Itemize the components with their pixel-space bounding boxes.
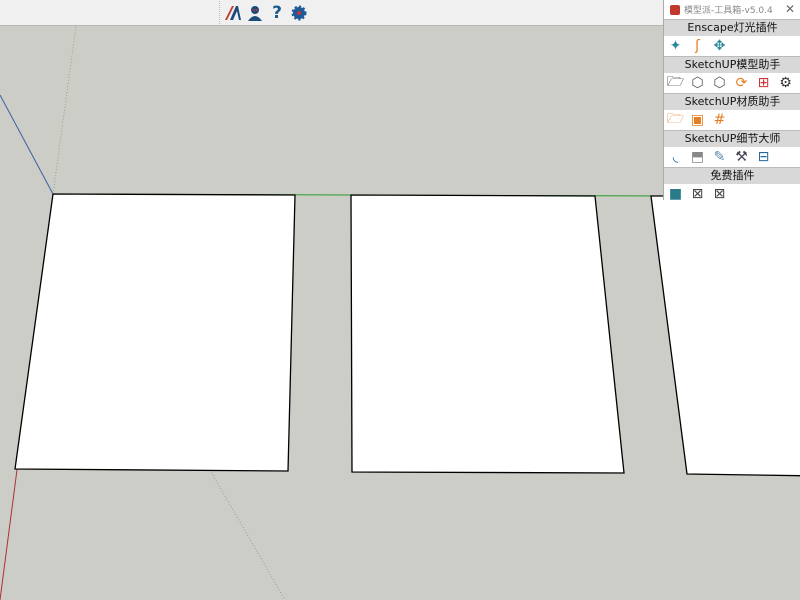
close-button[interactable]: ✕	[785, 2, 795, 16]
material-frame-icon[interactable]: ▣	[689, 112, 706, 129]
app-logo-icon	[670, 4, 680, 15]
section-model-assistant: SketchUP模型助手	[664, 56, 800, 73]
refresh-image-icon[interactable]: ⟳	[733, 75, 750, 92]
blue-axis	[0, 94, 54, 195]
toolbox-icon[interactable]: ⊟	[755, 149, 772, 166]
m-logo-icon[interactable]	[224, 4, 242, 22]
section-free-plugins: 免费插件	[664, 167, 800, 184]
detail-tools: ◟ ⬒ ✎ ⚒ ⊟	[664, 147, 800, 167]
export-icon[interactable]: ⊠	[689, 186, 706, 203]
toolbox-icon[interactable]: ⊞	[755, 75, 772, 92]
open-folder-icon[interactable]: 🗁	[667, 74, 684, 92]
material-folder-icon[interactable]: 🗁	[667, 111, 684, 129]
green-axis-dotted	[52, 25, 77, 195]
spotlight-icon[interactable]: ✦	[667, 38, 684, 55]
pencil-icon[interactable]: ✎	[711, 149, 728, 166]
material-grid-icon[interactable]: #	[711, 112, 728, 129]
settings-icon[interactable]: ⚙	[777, 75, 794, 92]
face-2[interactable]	[350, 194, 625, 474]
extrude-icon[interactable]: ⬒	[689, 149, 706, 166]
light-arm-icon[interactable]: ʃ	[689, 38, 706, 55]
enscape-tools: ✦ ʃ ✥	[664, 36, 800, 56]
window-icon[interactable]: ■	[667, 186, 684, 203]
face-3[interactable]	[650, 195, 800, 477]
face-1[interactable]	[14, 193, 296, 472]
dotted-guide	[209, 469, 286, 600]
model-image-icon[interactable]: ⬡	[689, 75, 706, 92]
toolbox-panel: 模型派-工具箱-v5.0.4 ✕ Enscape灯光插件 ✦ ʃ ✥ Sketc…	[663, 0, 800, 202]
section-detail-master: SketchUP细节大师	[664, 130, 800, 147]
help-icon[interactable]: ?	[268, 3, 286, 23]
model-image-alt-icon[interactable]: ⬡	[711, 75, 728, 92]
section-enscape: Enscape灯光插件	[664, 19, 800, 36]
hammer-icon[interactable]: ⚒	[733, 149, 750, 166]
plugin-toolbar: ?	[219, 1, 308, 24]
panel-title: 模型派-工具箱-v5.0.4	[684, 6, 773, 16]
settings-icon[interactable]	[290, 4, 308, 22]
material-tools: 🗁 ▣ #	[664, 110, 800, 130]
model-tools: 🗁 ⬡ ⬡ ⟳ ⊞ ⚙	[664, 73, 800, 93]
section-material-assistant: SketchUP材质助手	[664, 93, 800, 110]
export-alt-icon[interactable]: ⊠	[711, 186, 728, 203]
free-tools: ■ ⊠ ⊠	[664, 184, 800, 204]
curve-icon[interactable]: ◟	[667, 149, 684, 166]
move-light-icon[interactable]: ✥	[711, 38, 728, 55]
user-icon[interactable]	[246, 4, 264, 22]
panel-titlebar: 模型派-工具箱-v5.0.4 ✕	[664, 0, 800, 19]
